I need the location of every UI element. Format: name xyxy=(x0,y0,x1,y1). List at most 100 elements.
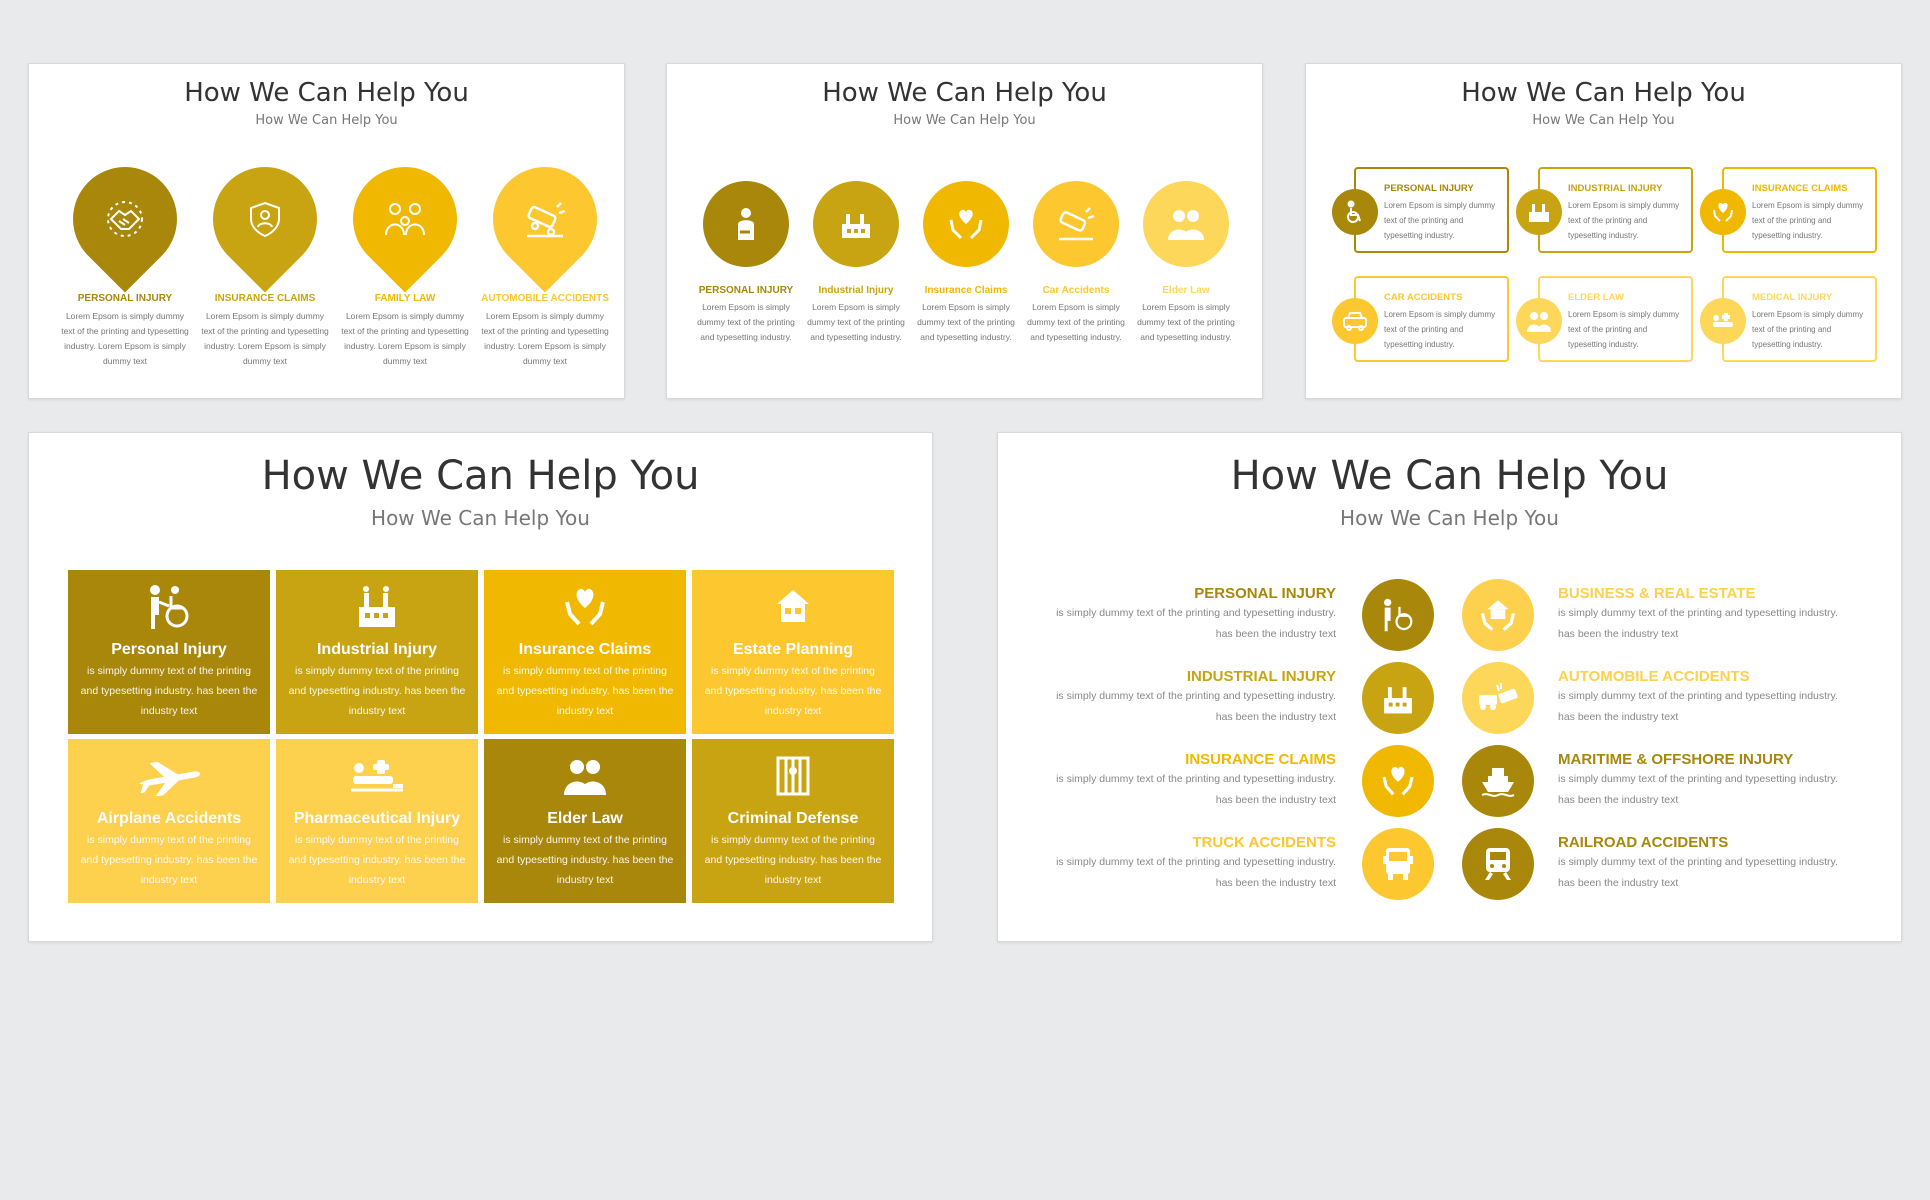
circle-label: Insurance Claims xyxy=(924,285,1008,296)
item-label: PERSONAL INJURY xyxy=(1194,585,1336,602)
tile: Elder Law is simply dummy text of the pr… xyxy=(484,739,686,903)
tile: Personal Injury is simply dummy text of … xyxy=(68,570,270,734)
pin-item: INSURANCE CLAIMS Lorem Epsom is simply d… xyxy=(191,145,339,369)
shield-person-icon xyxy=(191,145,339,293)
tile-label: Personal Injury xyxy=(111,641,227,658)
item-text: is simply dummy text of the printing and… xyxy=(1056,690,1336,702)
circle-text: Lorem Epsom is simply dummy text of the … xyxy=(917,302,1015,342)
slide-title: How We Can Help You xyxy=(261,453,700,499)
factory-icon xyxy=(1516,189,1562,235)
tile-text: is simply dummy text of the printing and… xyxy=(704,834,882,886)
circle-label: Car Accidents xyxy=(1042,285,1110,296)
elderly-couple-icon xyxy=(1516,298,1562,344)
slide-tiles[interactable]: How We Can Help You How We Can Help You … xyxy=(28,432,933,942)
item-text: is simply dummy text of the printing and… xyxy=(1056,856,1336,868)
box-text: Lorem Epsom is simply dummy text of the … xyxy=(1752,201,1864,240)
right-item: BUSINESS & REAL ESTATE is simply dummy t… xyxy=(1558,585,1878,645)
pin-item: AUTOMOBILE ACCIDENTS Lorem Epsom is simp… xyxy=(471,145,619,369)
circle-item: Elder Law Lorem Epsom is simply dummy te… xyxy=(1131,181,1241,345)
slide-pins[interactable]: How We Can Help You How We Can Help You … xyxy=(28,63,625,399)
box-item: PERSONAL INJURY Lorem Epsom is simply du… xyxy=(1332,167,1509,253)
tile-label: Pharmaceutical Injury xyxy=(293,810,461,827)
item-label: BUSINESS & REAL ESTATE xyxy=(1558,585,1756,602)
tile-text: is simply dummy text of the printing and… xyxy=(80,834,258,886)
factory-icon xyxy=(276,582,478,632)
airplane-icon xyxy=(68,751,270,801)
truck-icon xyxy=(1362,828,1434,900)
box-text: Lorem Epsom is simply dummy text of the … xyxy=(1568,310,1680,349)
right-item: AUTOMOBILE ACCIDENTS is simply dummy tex… xyxy=(1558,668,1878,728)
prison-icon xyxy=(692,751,894,801)
tile: Pharmaceutical Injury is simply dummy te… xyxy=(276,739,478,903)
box-text: Lorem Epsom is simply dummy text of the … xyxy=(1568,201,1680,240)
item-text: is simply dummy text of the printing and… xyxy=(1056,773,1336,785)
tile: Criminal Defense is simply dummy text of… xyxy=(692,739,894,903)
medical-injury-icon xyxy=(1700,298,1746,344)
tile-label: Estate Planning xyxy=(732,641,854,658)
box-text: Lorem Epsom is simply dummy text of the … xyxy=(1384,310,1496,349)
item-label: MARITIME & OFFSHORE INJURY xyxy=(1558,751,1794,768)
slide-subtitle: How We Can Help You xyxy=(893,113,1036,128)
circle-text: Lorem Epsom is simply dummy text of the … xyxy=(1137,302,1235,342)
circle-item: Car Accidents Lorem Epsom is simply dumm… xyxy=(1021,181,1131,345)
box-item: MEDICAL INJURY Lorem Epsom is simply dum… xyxy=(1700,276,1877,362)
circle-label: Industrial Injury xyxy=(818,285,894,296)
tile-text: is simply dummy text of the printing and… xyxy=(704,665,882,717)
heart-hands-icon xyxy=(923,181,1009,267)
item-text: is simply dummy text of the printing and… xyxy=(1056,607,1336,619)
item-text: has been the industry text xyxy=(1558,877,1679,889)
factory-icon xyxy=(1362,662,1434,734)
slide-boxes[interactable]: How We Can Help You How We Can Help You … xyxy=(1305,63,1902,399)
car-crash-icon xyxy=(471,145,619,293)
item-text: has been the industry text xyxy=(1558,711,1679,723)
wheelchair-icon xyxy=(1332,189,1378,235)
circle-text: Lorem Epsom is simply dummy text of the … xyxy=(1027,302,1125,342)
slide-subtitle: How We Can Help You xyxy=(255,113,398,128)
slide-title: How We Can Help You xyxy=(1230,453,1669,499)
box-label: CAR ACCIDENTS xyxy=(1384,292,1463,303)
tile: Estate Planning is simply dummy text of … xyxy=(692,570,894,734)
item-text: has been the industry text xyxy=(1215,711,1336,723)
circle-text: Lorem Epsom is simply dummy text of the … xyxy=(697,302,795,342)
item-text: is simply dummy text of the printing and… xyxy=(1558,607,1838,619)
item-text: has been the industry text xyxy=(1215,877,1336,889)
heart-hands-icon xyxy=(1362,745,1434,817)
elderly-couple-icon xyxy=(1143,181,1229,267)
box-label: INDUSTRIAL INJURY xyxy=(1568,183,1663,194)
box-item: INDUSTRIAL INJURY Lorem Epsom is simply … xyxy=(1516,167,1693,253)
circle-item: PERSONAL INJURY Lorem Epsom is simply du… xyxy=(691,181,801,345)
item-label: INDUSTRIAL INJURY xyxy=(1186,668,1336,685)
slide-title: How We Can Help You xyxy=(1461,78,1746,108)
family-icon xyxy=(331,145,479,293)
factory-icon xyxy=(813,181,899,267)
item-text: is simply dummy text of the printing and… xyxy=(1558,856,1838,868)
wheelchair-icon xyxy=(1362,579,1434,651)
box-label: ELDER LAW xyxy=(1568,292,1624,303)
item-text: has been the industry text xyxy=(1215,794,1336,806)
box-label: INSURANCE CLAIMS xyxy=(1752,183,1848,194)
box-item: INSURANCE CLAIMS Lorem Epsom is simply d… xyxy=(1700,167,1877,253)
house-icon xyxy=(692,582,894,632)
item-text: is simply dummy text of the printing and… xyxy=(1558,773,1838,785)
box-item: CAR ACCIDENTS Lorem Epsom is simply dumm… xyxy=(1332,276,1509,362)
box-text: Lorem Epsom is simply dummy text of the … xyxy=(1752,310,1864,349)
item-text: has been the industry text xyxy=(1558,628,1679,640)
left-item: INSURANCE CLAIMS is simply dummy text of… xyxy=(1028,751,1336,811)
slide-title: How We Can Help You xyxy=(184,78,469,108)
slide-two-column[interactable]: How We Can Help You How We Can Help You … xyxy=(997,432,1902,942)
pharmaceutical-icon xyxy=(276,751,478,801)
tile-text: is simply dummy text of the printing and… xyxy=(496,665,674,717)
car-crash-icon xyxy=(1462,662,1534,734)
heart-hands-icon xyxy=(1700,189,1746,235)
tile-text: is simply dummy text of the printing and… xyxy=(496,834,674,886)
tile-label: Criminal Defense xyxy=(727,810,859,827)
slide-circles[interactable]: How We Can Help You How We Can Help You … xyxy=(666,63,1263,399)
tile: Industrial Injury is simply dummy text o… xyxy=(276,570,478,734)
pin-text: Lorem Epsom is simply dummy text of the … xyxy=(201,311,329,366)
tile-label: Airplane Accidents xyxy=(96,810,242,827)
circle-label: Elder Law xyxy=(1162,285,1210,296)
pin-label: AUTOMOBILE ACCIDENTS xyxy=(481,293,609,304)
circle-item: Industrial Injury Lorem Epsom is simply … xyxy=(801,181,911,345)
circle-item: Insurance Claims Lorem Epsom is simply d… xyxy=(911,181,1021,345)
tile: Insurance Claims is simply dummy text of… xyxy=(484,570,686,734)
